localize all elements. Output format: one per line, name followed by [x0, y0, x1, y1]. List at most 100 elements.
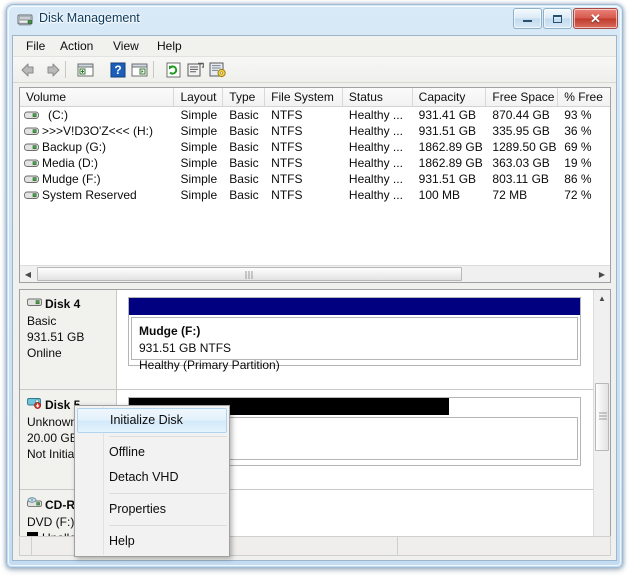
- scroll-right-arrow-icon[interactable]: ▶: [594, 266, 610, 282]
- table-row[interactable]: System Reserved Simple Basic NTFS Health…: [20, 187, 610, 203]
- table-row[interactable]: Mudge (F:) Simple Basic NTFS Healthy ...…: [20, 171, 610, 187]
- cdrom-icon: [27, 497, 42, 512]
- table-row[interactable]: Media (D:) Simple Basic NTFS Healthy ...…: [20, 155, 610, 171]
- cell-capacity: 1862.89 GB: [413, 156, 487, 170]
- disk-management-window-root: Disk Management ✕ File Action View H: [0, 0, 629, 577]
- menu-view[interactable]: View: [110, 39, 142, 53]
- cell-percent-free: 86 %: [558, 172, 610, 186]
- column-header-status[interactable]: Status: [343, 88, 413, 106]
- cell-free-space: 335.95 GB: [486, 124, 558, 138]
- cell-percent-free: 69 %: [558, 140, 610, 154]
- column-header-file-system[interactable]: File System: [265, 88, 343, 106]
- show-hide-action-pane-icon[interactable]: [129, 60, 150, 80]
- show-hide-tree-icon[interactable]: [75, 60, 96, 80]
- rescan-disks-refresh-icon[interactable]: [163, 60, 184, 80]
- disk-context-menu: Initialize Disk Offline Detach VHD Prope…: [74, 405, 230, 557]
- disk-4-graph-pane: Mudge (F:) 931.51 GB NTFS Healthy (Prima…: [117, 290, 593, 389]
- column-header-free-space[interactable]: Free Space: [486, 88, 558, 106]
- cell-type: Basic: [223, 124, 265, 138]
- scrollbar-grip-icon: [245, 271, 254, 279]
- hard-drive-icon: [24, 142, 39, 153]
- maximize-button[interactable]: [543, 8, 572, 29]
- back-arrow-icon[interactable]: [19, 60, 40, 80]
- help-question-icon[interactable]: ?: [107, 60, 128, 80]
- cell-capacity: 931.51 GB: [413, 172, 487, 186]
- context-menu-separator-2: [109, 493, 227, 494]
- cell-layout: Simple: [174, 172, 223, 186]
- cell-capacity: 100 MB: [413, 188, 487, 202]
- cell-capacity: 931.51 GB: [413, 124, 487, 138]
- cell-volume: (C:): [20, 108, 174, 122]
- disk-4-partition-state: Healthy (Primary Partition): [139, 357, 577, 374]
- cell-volume: System Reserved: [20, 188, 174, 202]
- scroll-up-arrow-icon[interactable]: ▲: [594, 290, 610, 306]
- context-menu-item-properties[interactable]: Properties: [75, 497, 229, 522]
- column-header-layout[interactable]: Layout: [174, 88, 223, 106]
- cell-percent-free: 93 %: [558, 108, 610, 122]
- disk-4-title-row: Disk 4: [27, 297, 116, 311]
- menu-help[interactable]: Help: [154, 39, 185, 53]
- cell-volume: >>>V!D3O'Z<<< (H:): [20, 124, 174, 138]
- context-menu-separator-3: [109, 525, 227, 526]
- cell-percent-free: 36 %: [558, 124, 610, 138]
- cell-type: Basic: [223, 172, 265, 186]
- close-icon: ✕: [574, 9, 617, 28]
- disk-4-partition-title: Mudge (F:): [139, 323, 577, 340]
- disk-4-status: Online: [27, 345, 116, 361]
- disk-4-capacity: 931.51 GB: [27, 329, 116, 345]
- minimize-button[interactable]: [513, 8, 542, 29]
- volume-list-body: (C:) Simple Basic NTFS Healthy ... 931.4…: [20, 107, 610, 264]
- menu-file[interactable]: File: [23, 39, 48, 53]
- context-menu-separator-1: [109, 436, 227, 437]
- column-header-volume[interactable]: Volume: [20, 88, 174, 106]
- cell-volume-label: Mudge (F:): [42, 172, 101, 186]
- properties-icon[interactable]: [185, 60, 206, 80]
- column-header-capacity[interactable]: Capacity: [413, 88, 487, 106]
- settings-icon[interactable]: [207, 60, 228, 80]
- column-header-type[interactable]: Type: [223, 88, 265, 106]
- minimize-icon: [514, 9, 541, 28]
- volume-list-header-row: Volume Layout Type File System Status Ca…: [20, 88, 610, 107]
- disk-4-partition-color-bar: [129, 298, 580, 315]
- cell-volume-label: Backup (G:): [42, 140, 106, 154]
- volume-list-horizontal-scrollbar[interactable]: ◀ ▶: [20, 265, 610, 282]
- cell-free-space: 1289.50 GB: [486, 140, 558, 154]
- close-button[interactable]: ✕: [573, 8, 618, 29]
- hard-drive-icon: [24, 174, 39, 185]
- disk-4-type: Basic: [27, 313, 116, 329]
- forward-arrow-icon[interactable]: [41, 60, 62, 80]
- context-menu-item-detach-vhd[interactable]: Detach VHD: [75, 465, 229, 490]
- table-row[interactable]: (C:) Simple Basic NTFS Healthy ... 931.4…: [20, 107, 610, 123]
- title-bar[interactable]: Disk Management ✕: [7, 5, 622, 35]
- cell-type: Basic: [223, 108, 265, 122]
- scroll-left-arrow-icon[interactable]: ◀: [20, 266, 36, 282]
- cell-layout: Simple: [174, 188, 223, 202]
- cell-type: Basic: [223, 140, 265, 154]
- cell-file-system: NTFS: [265, 188, 343, 202]
- disk-4-partition-details[interactable]: Mudge (F:) 931.51 GB NTFS Healthy (Prima…: [131, 317, 578, 360]
- context-menu-item-offline[interactable]: Offline: [75, 440, 229, 465]
- status-cell-1: [20, 537, 32, 555]
- cell-type: Basic: [223, 156, 265, 170]
- disk-panel-vertical-scrollbar[interactable]: ▲ ▼: [593, 290, 610, 550]
- disk-4-partition-region[interactable]: Mudge (F:) 931.51 GB NTFS Healthy (Prima…: [128, 297, 581, 366]
- cell-status: Healthy ...: [343, 172, 413, 186]
- column-header-percent-free[interactable]: % Free: [558, 88, 610, 106]
- disk-block-disk-4[interactable]: Disk 4 Basic 931.51 GB Online Mudge (F:): [20, 290, 593, 390]
- table-row[interactable]: >>>V!D3O'Z<<< (H:) Simple Basic NTFS Hea…: [20, 123, 610, 139]
- horizontal-scrollbar-thumb[interactable]: [37, 267, 462, 281]
- disk-4-partition-size: 931.51 GB NTFS: [139, 340, 577, 357]
- table-row[interactable]: Backup (G:) Simple Basic NTFS Healthy ..…: [20, 139, 610, 155]
- volume-list-panel: Volume Layout Type File System Status Ca…: [19, 87, 611, 283]
- disk-4-info-pane[interactable]: Disk 4 Basic 931.51 GB Online: [20, 290, 117, 389]
- vertical-scrollbar-thumb[interactable]: [595, 383, 609, 451]
- context-menu-item-initialize-disk[interactable]: Initialize Disk: [77, 408, 227, 433]
- toolbar-separator-1: [65, 61, 67, 78]
- context-menu-item-help[interactable]: Help: [75, 529, 229, 554]
- cell-volume-label: System Reserved: [42, 188, 137, 202]
- menu-action[interactable]: Action: [57, 39, 96, 53]
- cell-percent-free: 19 %: [558, 156, 610, 170]
- cell-percent-free: 72 %: [558, 188, 610, 202]
- cell-file-system: NTFS: [265, 124, 343, 138]
- cell-file-system: NTFS: [265, 172, 343, 186]
